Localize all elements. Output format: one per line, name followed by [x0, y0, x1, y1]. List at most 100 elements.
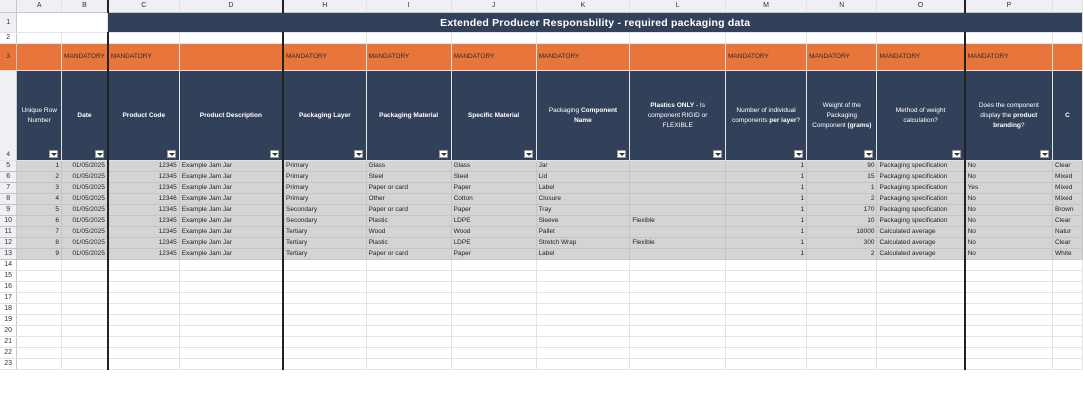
- cell[interactable]: [806, 336, 878, 348]
- cell[interactable]: [61, 325, 109, 337]
- cell[interactable]: [16, 325, 63, 337]
- cell[interactable]: [536, 347, 631, 359]
- cell[interactable]: [366, 281, 452, 293]
- cell-branding[interactable]: No: [964, 160, 1054, 172]
- row-header-23[interactable]: 23: [0, 358, 18, 370]
- cell[interactable]: [629, 303, 726, 315]
- header-component-name[interactable]: Packaging Component Name: [536, 70, 631, 161]
- row-header-15[interactable]: 15: [0, 270, 18, 282]
- cell[interactable]: [536, 358, 631, 370]
- cell[interactable]: [366, 32, 452, 44]
- cell[interactable]: [451, 314, 537, 326]
- cell[interactable]: [366, 347, 452, 359]
- cell[interactable]: [61, 259, 109, 271]
- cell[interactable]: [61, 270, 109, 282]
- header-date[interactable]: Date: [61, 70, 109, 161]
- filter-dropdown-icon[interactable]: [712, 150, 722, 158]
- row-header-21[interactable]: 21: [0, 336, 18, 348]
- cell[interactable]: [179, 325, 284, 337]
- cell[interactable]: [366, 292, 452, 304]
- cell[interactable]: [1052, 32, 1083, 44]
- cell-code[interactable]: 12345: [107, 160, 180, 172]
- cell-date[interactable]: 01/05/2025: [61, 171, 109, 183]
- cell[interactable]: [16, 303, 63, 315]
- filter-dropdown-icon[interactable]: [166, 150, 176, 158]
- column-header-l[interactable]: L: [629, 0, 726, 13]
- cell-weight[interactable]: 170: [806, 204, 878, 216]
- cell-material[interactable]: Plastic: [366, 215, 452, 227]
- cell-method[interactable]: Packaging specification: [876, 215, 966, 227]
- column-header-partial[interactable]: [1052, 0, 1083, 13]
- cell-layer[interactable]: Primary: [283, 182, 367, 194]
- cell[interactable]: [16, 270, 63, 282]
- cell[interactable]: [451, 292, 537, 304]
- cell[interactable]: [725, 292, 808, 304]
- cell[interactable]: [536, 292, 631, 304]
- cell-plastic[interactable]: [629, 226, 726, 238]
- cell[interactable]: [179, 358, 284, 370]
- cell-layer[interactable]: Tertiary: [283, 248, 367, 260]
- cell[interactable]: [366, 259, 452, 271]
- cell-specific[interactable]: Paper: [451, 182, 537, 194]
- cell[interactable]: [536, 325, 631, 337]
- cell-component[interactable]: Sleeve: [536, 215, 631, 227]
- cell[interactable]: [725, 325, 808, 337]
- cell[interactable]: [876, 314, 966, 326]
- cell[interactable]: [451, 281, 537, 293]
- cell[interactable]: [107, 336, 180, 348]
- cell-desc[interactable]: Example Jam Jar: [179, 226, 284, 238]
- cell[interactable]: [1052, 347, 1083, 359]
- header-packaging-layer[interactable]: Packaging Layer: [283, 70, 367, 161]
- cell-method[interactable]: Calculated average: [876, 248, 966, 260]
- cell[interactable]: [629, 336, 726, 348]
- header-weight[interactable]: Weight of the Packaging Component (grams…: [806, 70, 878, 161]
- mandatory-cell[interactable]: MANDATORY: [876, 43, 966, 71]
- cell-count[interactable]: 1: [725, 193, 808, 205]
- cell-weight[interactable]: 10: [806, 215, 878, 227]
- row-header-10[interactable]: 10: [0, 215, 18, 227]
- cell-count[interactable]: 1: [725, 237, 808, 249]
- row-header-19[interactable]: 19: [0, 314, 18, 326]
- cell-material[interactable]: Glass: [366, 160, 452, 172]
- row-header-7[interactable]: 7: [0, 182, 18, 194]
- cell-branding[interactable]: Yes: [964, 182, 1054, 194]
- cell[interactable]: [725, 303, 808, 315]
- column-header-p[interactable]: P: [964, 0, 1054, 13]
- column-header-o[interactable]: O: [876, 0, 966, 13]
- cell[interactable]: [1052, 281, 1083, 293]
- cell[interactable]: [451, 259, 537, 271]
- cell-weight[interactable]: 2: [806, 248, 878, 260]
- cell[interactable]: [725, 358, 808, 370]
- cell[interactable]: [451, 358, 537, 370]
- cell[interactable]: [16, 292, 63, 304]
- cell-desc[interactable]: Example Jam Jar: [179, 182, 284, 194]
- cell-count[interactable]: 1: [725, 226, 808, 238]
- cell[interactable]: [964, 281, 1054, 293]
- cell[interactable]: [107, 259, 180, 271]
- cell[interactable]: [629, 259, 726, 271]
- cell-next[interactable]: Mixed: [1052, 171, 1083, 183]
- row-header-12[interactable]: 12: [0, 237, 18, 249]
- cell[interactable]: [876, 303, 966, 315]
- cell-weight[interactable]: 1: [806, 182, 878, 194]
- cell-branding[interactable]: No: [964, 237, 1054, 249]
- cell[interactable]: [964, 325, 1054, 337]
- cell-method[interactable]: Packaging specification: [876, 193, 966, 205]
- cell[interactable]: [107, 314, 180, 326]
- cell[interactable]: [366, 314, 452, 326]
- cell[interactable]: [725, 347, 808, 359]
- cell-n[interactable]: 4: [16, 193, 63, 205]
- cell[interactable]: [629, 32, 726, 44]
- cell-component[interactable]: Lid: [536, 171, 631, 183]
- cell[interactable]: [806, 347, 878, 359]
- header-branding[interactable]: Does the component display the product b…: [964, 70, 1054, 161]
- cell-layer[interactable]: Primary: [283, 171, 367, 183]
- header-product-code[interactable]: Product Code: [107, 70, 180, 161]
- mandatory-cell[interactable]: MANDATORY: [536, 43, 631, 71]
- cell[interactable]: [806, 314, 878, 326]
- cell-material[interactable]: Other: [366, 193, 452, 205]
- cell[interactable]: [629, 270, 726, 282]
- cell[interactable]: [283, 325, 367, 337]
- cell-specific[interactable]: Wood: [451, 226, 537, 238]
- cell-code[interactable]: 12346: [107, 193, 180, 205]
